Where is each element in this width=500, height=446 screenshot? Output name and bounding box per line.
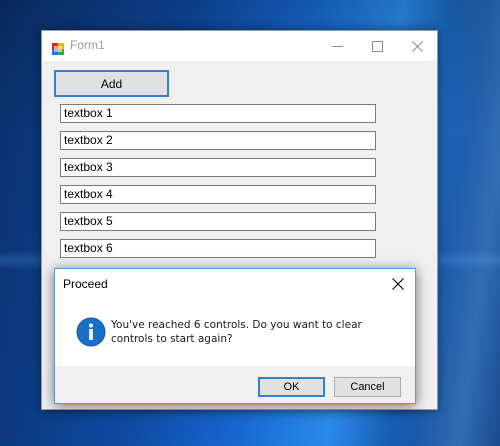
ok-button[interactable]: OK bbox=[258, 377, 325, 397]
dialog-body: You've reached 6 controls. Do you want t… bbox=[55, 299, 415, 366]
window-title: Form1 bbox=[70, 38, 105, 52]
textbox-2[interactable]: textbox 2 bbox=[60, 131, 376, 150]
proceed-dialog: Proceed You've reached 6 controls. Do yo… bbox=[54, 268, 416, 404]
close-icon[interactable] bbox=[397, 31, 437, 61]
textbox-1[interactable]: textbox 1 bbox=[60, 104, 376, 123]
dialog-title: Proceed bbox=[63, 277, 108, 291]
dialog-titlebar[interactable]: Proceed bbox=[55, 269, 415, 299]
cancel-button[interactable]: Cancel bbox=[334, 377, 401, 397]
maximize-icon[interactable] bbox=[357, 31, 397, 61]
textbox-6[interactable]: textbox 6 bbox=[60, 239, 376, 258]
dialog-message: You've reached 6 controls. Do you want t… bbox=[111, 319, 362, 345]
textbox-5[interactable]: textbox 5 bbox=[60, 212, 376, 231]
winforms-app-icon bbox=[52, 40, 64, 55]
textbox-4[interactable]: textbox 4 bbox=[60, 185, 376, 204]
information-icon bbox=[76, 317, 106, 347]
close-icon[interactable] bbox=[381, 269, 415, 299]
textbox-3[interactable]: textbox 3 bbox=[60, 158, 376, 177]
minimize-icon[interactable] bbox=[317, 31, 357, 61]
add-button[interactable]: Add bbox=[54, 70, 169, 97]
form1-titlebar[interactable]: Form1 bbox=[42, 31, 437, 61]
